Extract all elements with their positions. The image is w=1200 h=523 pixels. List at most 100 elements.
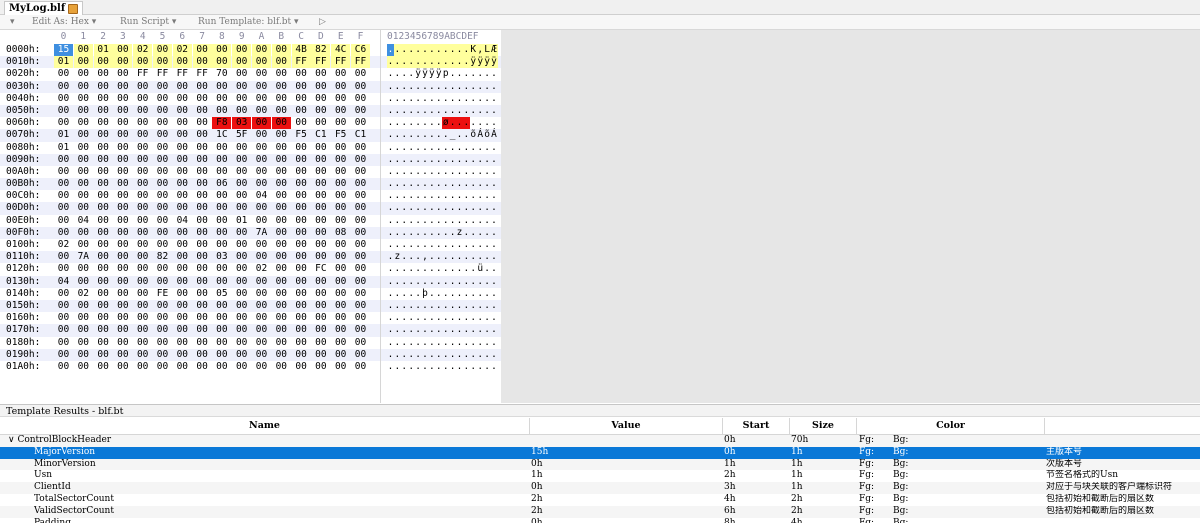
- hex-byte[interactable]: 00: [113, 154, 132, 166]
- hex-byte[interactable]: 00: [153, 337, 172, 349]
- col-header-start[interactable]: Start: [723, 418, 790, 434]
- hex-byte[interactable]: 00: [133, 166, 152, 178]
- hex-byte[interactable]: 00: [252, 202, 271, 214]
- hex-byte[interactable]: 00: [113, 337, 132, 349]
- hex-byte[interactable]: 00: [212, 263, 231, 275]
- hex-byte[interactable]: 00: [153, 349, 172, 361]
- hex-byte[interactable]: 00: [74, 276, 93, 288]
- hex-byte[interactable]: 00: [232, 166, 251, 178]
- hex-byte[interactable]: 00: [113, 129, 132, 141]
- hex-byte[interactable]: 00: [193, 337, 212, 349]
- hex-byte[interactable]: 00: [113, 361, 132, 373]
- hex-byte[interactable]: 00: [292, 178, 311, 190]
- ascii-char[interactable]: .: [491, 68, 498, 80]
- hex-byte[interactable]: 00: [232, 178, 251, 190]
- hex-byte[interactable]: 00: [252, 154, 271, 166]
- hex-byte[interactable]: 00: [173, 93, 192, 105]
- hex-byte[interactable]: 00: [272, 312, 291, 324]
- toolbar-menu-arrow-icon[interactable]: ▾: [10, 15, 15, 29]
- hex-byte[interactable]: 00: [94, 361, 113, 373]
- hex-byte[interactable]: 00: [311, 81, 330, 93]
- hex-byte[interactable]: 00: [133, 215, 152, 227]
- hex-byte[interactable]: 00: [74, 81, 93, 93]
- ascii-char[interactable]: .: [491, 239, 498, 251]
- hex-byte[interactable]: 00: [173, 251, 192, 263]
- hex-byte[interactable]: 00: [113, 276, 132, 288]
- hex-byte[interactable]: 00: [311, 324, 330, 336]
- ascii-char[interactable]: Æ: [490, 44, 498, 56]
- hex-byte[interactable]: 02: [54, 239, 73, 251]
- hex-byte[interactable]: 00: [331, 154, 350, 166]
- hex-byte[interactable]: 00: [331, 81, 350, 93]
- ascii-char[interactable]: .: [491, 276, 498, 288]
- hex-byte[interactable]: 00: [351, 288, 370, 300]
- hex-byte[interactable]: 04: [252, 190, 271, 202]
- hex-byte[interactable]: 00: [292, 337, 311, 349]
- hex-byte[interactable]: 00: [212, 190, 231, 202]
- hex-byte[interactable]: 00: [94, 215, 113, 227]
- hex-byte[interactable]: 00: [173, 117, 192, 129]
- hex-byte[interactable]: 01: [232, 215, 251, 227]
- hex-byte[interactable]: 00: [351, 361, 370, 373]
- hex-byte[interactable]: 00: [272, 202, 291, 214]
- hex-byte[interactable]: 00: [113, 105, 132, 117]
- hex-byte[interactable]: 00: [351, 178, 370, 190]
- hex-byte[interactable]: 00: [113, 227, 132, 239]
- hex-byte[interactable]: 00: [331, 324, 350, 336]
- hex-byte[interactable]: 00: [351, 239, 370, 251]
- hex-byte[interactable]: 00: [74, 129, 93, 141]
- hex-byte[interactable]: 00: [252, 178, 271, 190]
- hex-byte[interactable]: 00: [173, 300, 192, 312]
- hex-byte[interactable]: 00: [94, 227, 113, 239]
- ascii-char[interactable]: .: [491, 263, 498, 275]
- ascii-char[interactable]: .: [491, 215, 498, 227]
- ascii-char[interactable]: .: [491, 227, 498, 239]
- hex-byte[interactable]: 00: [252, 93, 271, 105]
- hex-byte[interactable]: 00: [232, 68, 251, 80]
- hex-byte[interactable]: 00: [193, 324, 212, 336]
- hex-byte[interactable]: 00: [153, 93, 172, 105]
- hex-byte[interactable]: F5: [331, 129, 350, 141]
- hex-byte[interactable]: 00: [193, 178, 212, 190]
- hex-byte[interactable]: 00: [212, 166, 231, 178]
- hex-byte[interactable]: 00: [133, 300, 152, 312]
- hex-byte[interactable]: 00: [133, 263, 152, 275]
- ascii-char[interactable]: .: [491, 117, 498, 129]
- hex-byte[interactable]: 00: [232, 251, 251, 263]
- hex-byte[interactable]: C1: [351, 129, 370, 141]
- hex-byte[interactable]: 02: [172, 44, 192, 56]
- hex-byte[interactable]: 00: [311, 312, 330, 324]
- hex-byte[interactable]: 00: [153, 129, 172, 141]
- hex-byte[interactable]: 00: [113, 178, 132, 190]
- hex-byte[interactable]: 00: [272, 337, 291, 349]
- hex-byte[interactable]: 00: [153, 56, 172, 69]
- hex-byte[interactable]: 00: [133, 117, 152, 129]
- hex-byte[interactable]: 00: [133, 276, 152, 288]
- hex-byte[interactable]: 00: [311, 93, 330, 105]
- hex-byte[interactable]: 00: [193, 215, 212, 227]
- hex-byte[interactable]: 00: [133, 312, 152, 324]
- hex-byte[interactable]: 00: [113, 93, 132, 105]
- hex-byte[interactable]: 00: [173, 337, 192, 349]
- hex-byte[interactable]: 00: [113, 349, 132, 361]
- hex-byte[interactable]: 00: [252, 105, 271, 117]
- hex-byte[interactable]: 00: [311, 68, 330, 80]
- hex-byte[interactable]: 00: [193, 129, 212, 141]
- hex-byte[interactable]: 00: [252, 361, 271, 373]
- hex-byte[interactable]: 00: [232, 239, 251, 251]
- hex-byte[interactable]: 00: [133, 105, 152, 117]
- template-result-row[interactable]: MajorVersion 15h 0h 1h Fg: Bg: 主版本号: [0, 446, 1200, 459]
- hex-byte[interactable]: 00: [311, 178, 330, 190]
- hex-byte[interactable]: 00: [252, 300, 271, 312]
- ascii-char[interactable]: .: [491, 300, 498, 312]
- hex-byte[interactable]: 00: [212, 154, 231, 166]
- hex-byte[interactable]: 00: [54, 288, 73, 300]
- template-result-row[interactable]: MinorVersion 0h 1h 1h Fg: Bg: 次版本号: [0, 458, 1200, 471]
- hex-byte[interactable]: 00: [113, 215, 132, 227]
- ascii-char[interactable]: .: [491, 105, 498, 117]
- hex-byte[interactable]: 00: [331, 263, 350, 275]
- hex-byte[interactable]: 00: [133, 202, 152, 214]
- template-result-row[interactable]: Usn 1h 2h 1h Fg: Bg: 节签名格式的Usn: [0, 470, 1200, 482]
- col-header-size[interactable]: Size: [790, 418, 857, 434]
- hex-byte[interactable]: 00: [351, 276, 370, 288]
